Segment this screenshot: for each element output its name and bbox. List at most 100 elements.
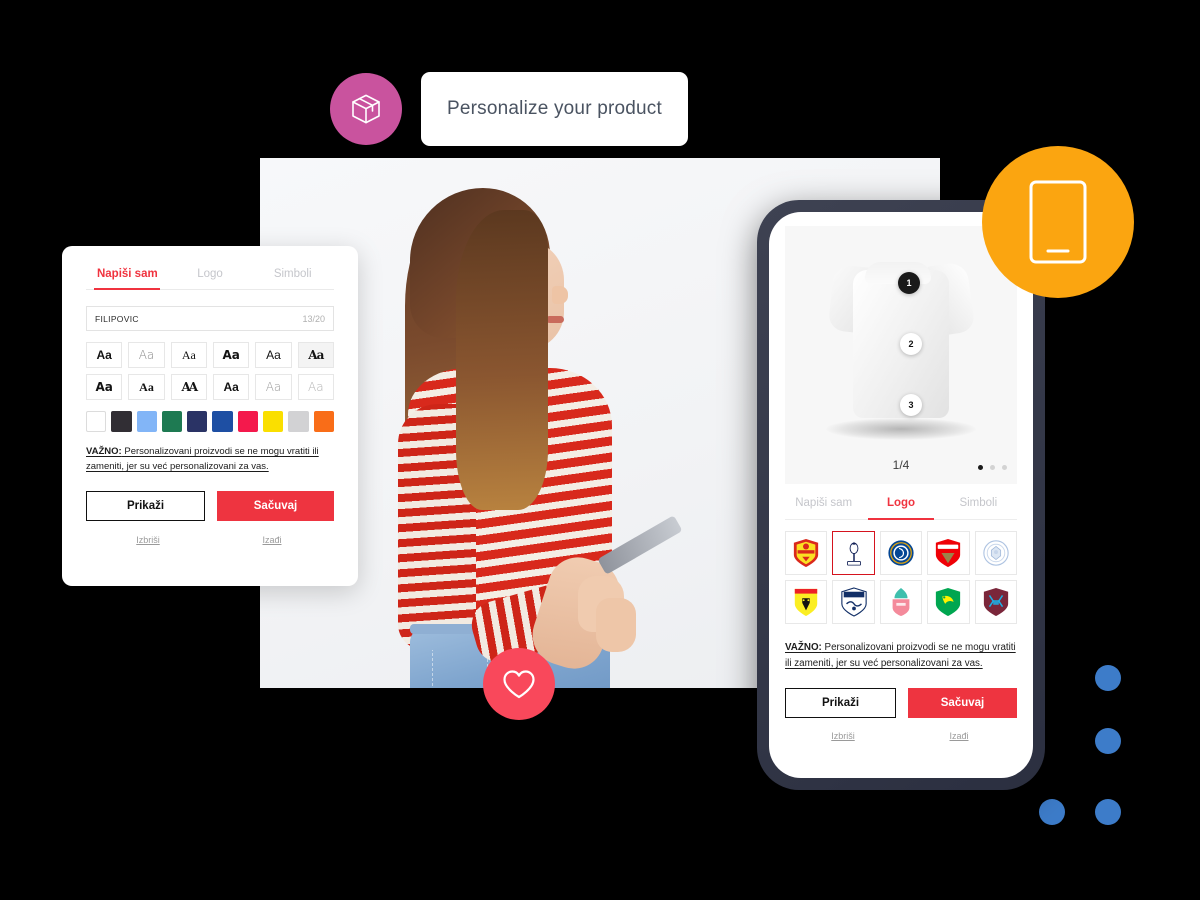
personalization-text-input[interactable]: FILIPOVIC 13/20 bbox=[86, 306, 334, 331]
font-sample: Aa bbox=[181, 347, 196, 362]
button-label: Prikaži bbox=[821, 696, 860, 709]
marker-label: 3 bbox=[908, 400, 914, 410]
color-swatch[interactable] bbox=[313, 411, 334, 432]
important-note: VAŽNO: Personalizovani proizvodi se ne m… bbox=[86, 445, 334, 474]
phone-button-row: Prikaži Sačuvaj bbox=[785, 687, 1017, 718]
font-tile[interactable]: Aa bbox=[128, 374, 165, 400]
phone-screen: 1 2 3 1/4 Napiši sam Logo Simboli VAŽNO:… bbox=[769, 212, 1033, 778]
font-sample: Aa bbox=[222, 348, 240, 362]
button-label: Sačuvaj bbox=[940, 696, 985, 709]
phone-tab-logo[interactable]: Logo bbox=[862, 497, 939, 519]
font-tile[interactable]: Aa bbox=[86, 342, 123, 368]
color-swatch[interactable] bbox=[237, 411, 259, 432]
phone-delete-link[interactable]: Izbriši bbox=[785, 731, 901, 741]
print-area-marker-2[interactable]: 2 bbox=[900, 333, 922, 355]
carousel-dots[interactable] bbox=[978, 465, 1007, 470]
page-title: Personalize your product bbox=[447, 98, 662, 119]
font-tile[interactable]: Aa bbox=[86, 374, 123, 400]
font-sample: Aa bbox=[96, 348, 112, 362]
phone-exit-link[interactable]: Izađi bbox=[901, 731, 1017, 741]
color-swatch[interactable] bbox=[86, 411, 107, 432]
product-preview[interactable]: 1 2 3 1/4 bbox=[785, 226, 1017, 484]
liverpool-crest bbox=[892, 588, 910, 616]
color-swatch[interactable] bbox=[136, 411, 157, 432]
font-sample: AA bbox=[181, 380, 199, 394]
preview-button[interactable]: Prikaži bbox=[86, 491, 205, 522]
marker-label: 2 bbox=[908, 339, 914, 349]
font-tile[interactable]: Aa bbox=[170, 342, 207, 368]
font-sample: Aa bbox=[223, 380, 239, 394]
tab-label: Napiši sam bbox=[795, 497, 853, 509]
page-root: Personalize your product Napiši sam Logo… bbox=[0, 0, 1200, 900]
logo-tile-manchester-united[interactable] bbox=[785, 531, 828, 575]
tab-simboli[interactable]: Simboli bbox=[251, 268, 334, 289]
carousel-dot[interactable] bbox=[990, 465, 995, 470]
header-title-pill: Personalize your product bbox=[421, 72, 688, 146]
font-sample: Aa bbox=[95, 380, 113, 394]
color-swatch[interactable] bbox=[111, 411, 132, 432]
font-tile-selected[interactable]: Aa bbox=[297, 342, 334, 368]
panel-button-row: Prikaži Sačuvaj bbox=[86, 491, 334, 522]
panel-link-row: Izbriši Izađi bbox=[86, 535, 334, 545]
color-swatch[interactable] bbox=[212, 411, 233, 432]
phone-mockup: 1 2 3 1/4 Napiši sam Logo Simboli VAŽNO:… bbox=[757, 200, 1045, 790]
print-area-marker-3[interactable]: 3 bbox=[900, 394, 922, 416]
favorite-heart-button[interactable] bbox=[483, 648, 555, 720]
font-selector-grid: Aa Aa Aa Aa Aa Aa Aa Aa AA Aa Aa Aa bbox=[86, 342, 334, 400]
font-tile[interactable]: Aa bbox=[255, 342, 292, 368]
color-swatch[interactable] bbox=[263, 411, 284, 432]
watford-crest bbox=[794, 588, 818, 616]
character-counter: 13/20 bbox=[302, 313, 325, 324]
color-swatch-row bbox=[86, 411, 334, 432]
font-sample: Aa bbox=[139, 379, 154, 394]
font-sample: Aa bbox=[265, 380, 282, 394]
phone-tab-simboli[interactable]: Simboli bbox=[940, 497, 1017, 519]
marker-label: 1 bbox=[906, 278, 912, 288]
logo-tile-leicester-city[interactable] bbox=[974, 531, 1017, 575]
logo-tile-west-bromwich-albion[interactable] bbox=[832, 580, 875, 624]
exit-link[interactable]: Izađi bbox=[210, 535, 334, 545]
phone-tab-napisi-sam[interactable]: Napiši sam bbox=[785, 497, 862, 519]
arsenal-crest bbox=[936, 539, 961, 567]
manchester-united-crest bbox=[794, 539, 819, 567]
logo-tile-arsenal[interactable] bbox=[927, 531, 970, 575]
logo-tile-liverpool[interactable] bbox=[879, 580, 923, 624]
print-area-marker-1[interactable]: 1 bbox=[898, 272, 920, 294]
tab-label: Simboli bbox=[959, 497, 998, 509]
font-tile[interactable]: Aa bbox=[255, 374, 292, 400]
input-value: FILIPOVIC bbox=[95, 313, 139, 324]
west-ham-united-crest bbox=[983, 588, 1008, 616]
carousel-dot-active[interactable] bbox=[978, 465, 983, 470]
logo-tile-tottenham-selected[interactable] bbox=[832, 531, 875, 575]
font-tile[interactable]: Aa bbox=[128, 342, 165, 368]
font-tile[interactable]: Aa bbox=[212, 342, 250, 368]
note-text: Personalizovani proizvodi se ne mogu vra… bbox=[86, 446, 319, 472]
decorative-dot bbox=[1095, 728, 1121, 754]
color-swatch[interactable] bbox=[161, 411, 183, 432]
west-bromwich-albion-crest bbox=[840, 587, 867, 617]
font-tile[interactable]: AA bbox=[170, 374, 207, 400]
phone-tabs: Napiši sam Logo Simboli bbox=[785, 497, 1017, 520]
personalization-panel: Napiši sam Logo Simboli FILIPOVIC 13/20 … bbox=[62, 246, 358, 586]
tab-logo[interactable]: Logo bbox=[169, 268, 252, 289]
button-label: Prikaži bbox=[126, 500, 165, 513]
font-sample: Aa bbox=[308, 380, 324, 394]
delete-link[interactable]: Izbriši bbox=[86, 535, 210, 545]
color-swatch[interactable] bbox=[187, 411, 208, 432]
font-tile[interactable]: Aa bbox=[297, 374, 334, 400]
phone-preview-button[interactable]: Prikaži bbox=[785, 687, 896, 718]
color-swatch[interactable] bbox=[288, 411, 309, 432]
font-tile[interactable]: Aa bbox=[212, 374, 250, 400]
logo-tile-chelsea[interactable] bbox=[879, 531, 923, 575]
note-label: VAŽNO: bbox=[785, 642, 822, 653]
phone-save-button[interactable]: Sačuvaj bbox=[908, 687, 1017, 718]
tshirt-image bbox=[827, 248, 976, 418]
logo-tile-watford[interactable] bbox=[785, 580, 828, 624]
logo-tile-west-ham-united[interactable] bbox=[974, 580, 1017, 624]
tab-label: Simboli bbox=[273, 268, 312, 280]
logo-tile-norwich-city[interactable] bbox=[927, 580, 970, 624]
carousel-dot[interactable] bbox=[1002, 465, 1007, 470]
save-button[interactable]: Sačuvaj bbox=[217, 491, 334, 522]
tab-napisi-sam[interactable]: Napiši sam bbox=[86, 268, 169, 289]
package-box-icon bbox=[330, 73, 402, 145]
